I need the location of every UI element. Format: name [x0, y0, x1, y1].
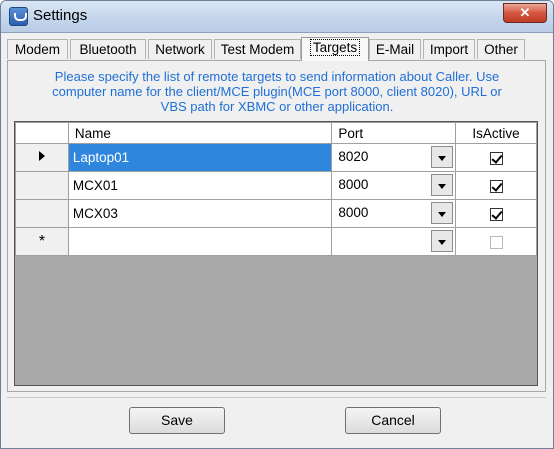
new-row-marker-icon: * [15, 227, 69, 256]
corner-header [15, 122, 69, 144]
tab-label: Import [429, 42, 469, 57]
name-cell[interactable]: MCX01 [67, 171, 333, 200]
cancel-button[interactable]: Cancel [345, 407, 441, 434]
name-cell[interactable] [67, 227, 333, 256]
isactive-checkbox[interactable] [489, 235, 503, 249]
close-button[interactable]: ✕ [503, 3, 547, 23]
port-cell[interactable]: 8000 [331, 171, 457, 200]
tab-network[interactable]: Network [148, 39, 212, 59]
tab-other[interactable]: Other [477, 39, 525, 59]
port-cell[interactable] [331, 227, 457, 256]
isactive-cell [455, 171, 537, 200]
tab-label: Other [484, 42, 518, 57]
settings-window: Settings ✕ Modem Bluetooth Network Test … [0, 0, 554, 449]
row-header[interactable] [15, 143, 69, 172]
row-header[interactable] [15, 199, 69, 228]
tab-label: Test Modem [220, 42, 295, 57]
row-header[interactable] [15, 171, 69, 200]
current-row-arrow-icon [38, 151, 45, 161]
footer-divider [7, 397, 546, 398]
isactive-cell [455, 143, 537, 172]
tab-test-modem[interactable]: Test Modem [214, 39, 301, 59]
tab-modem[interactable]: Modem [7, 39, 68, 59]
port-value: 8020 [338, 149, 369, 164]
table-row[interactable]: MCX03 8000 [15, 199, 537, 228]
window-title: Settings [33, 7, 88, 24]
save-button[interactable]: Save [129, 407, 225, 434]
port-cell[interactable]: 8020 [331, 143, 457, 172]
tab-label: Modem [14, 42, 60, 57]
port-cell[interactable]: 8000 [331, 199, 457, 228]
phone-icon [9, 7, 28, 26]
column-header-isactive[interactable]: IsActive [455, 122, 537, 144]
info-text: Please specify the list of remote target… [52, 69, 502, 114]
tab-label: Network [155, 42, 205, 57]
new-row[interactable]: * [15, 227, 537, 256]
isactive-checkbox[interactable] [489, 151, 503, 165]
targets-table: Name Port IsActive Laptop01 8020 MCX01 8… [15, 122, 537, 256]
isactive-cell [455, 227, 537, 256]
port-value: 8000 [338, 177, 369, 192]
tab-label: E-Mail [375, 42, 415, 57]
table-row[interactable]: MCX01 8000 [15, 171, 537, 200]
column-header-name[interactable]: Name [67, 122, 333, 144]
tab-import[interactable]: Import [423, 39, 475, 59]
port-value: 8000 [338, 205, 369, 220]
tab-label: Targets [309, 39, 361, 56]
isactive-checkbox[interactable] [489, 207, 503, 221]
port-dropdown-button[interactable] [431, 146, 454, 168]
title-bar[interactable]: Settings ✕ [1, 1, 553, 33]
column-header-port[interactable]: Port [331, 122, 457, 144]
port-dropdown-button[interactable] [431, 202, 454, 224]
table-row[interactable]: Laptop01 8020 [15, 143, 537, 172]
tab-bluetooth[interactable]: Bluetooth [70, 39, 146, 59]
isactive-cell [455, 199, 537, 228]
tab-label: Bluetooth [79, 42, 137, 57]
port-dropdown-button[interactable] [431, 174, 454, 196]
name-cell[interactable]: MCX03 [67, 199, 333, 228]
port-dropdown-button[interactable] [431, 230, 454, 252]
tab-targets[interactable]: Targets [301, 37, 369, 61]
targets-grid[interactable]: Name Port IsActive Laptop01 8020 MCX01 8… [14, 121, 538, 386]
name-cell[interactable]: Laptop01 [67, 143, 333, 172]
tab-email[interactable]: E-Mail [369, 39, 421, 59]
header-row: Name Port IsActive [15, 122, 537, 144]
isactive-checkbox[interactable] [489, 179, 503, 193]
